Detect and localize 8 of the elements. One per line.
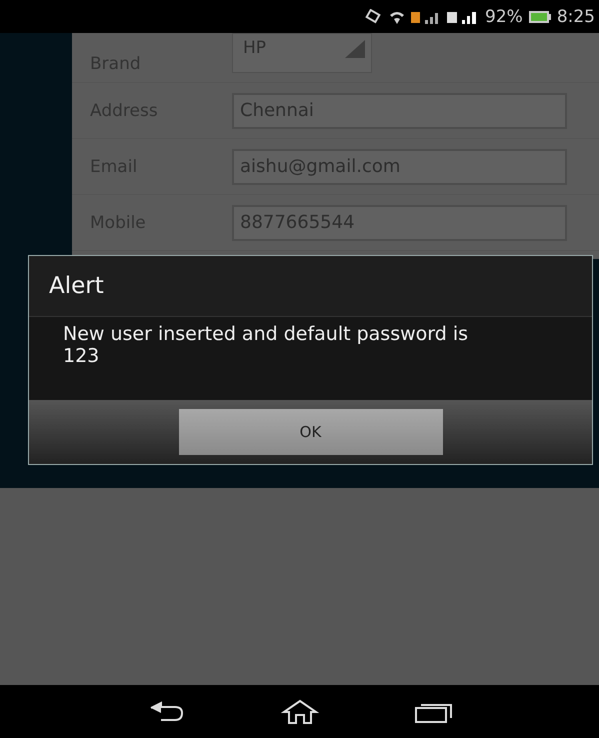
home-icon[interactable] [280,698,320,724]
dialog-message: New user inserted and default password is 123 [62,322,470,369]
dialog-title: Alert [29,256,592,317]
ok-button[interactable]: OK [178,409,442,455]
status-time: 8:25 [556,6,595,26]
rotation-icon [363,8,384,24]
battery-icon [528,10,551,22]
battery-percent: 92% [485,6,523,26]
